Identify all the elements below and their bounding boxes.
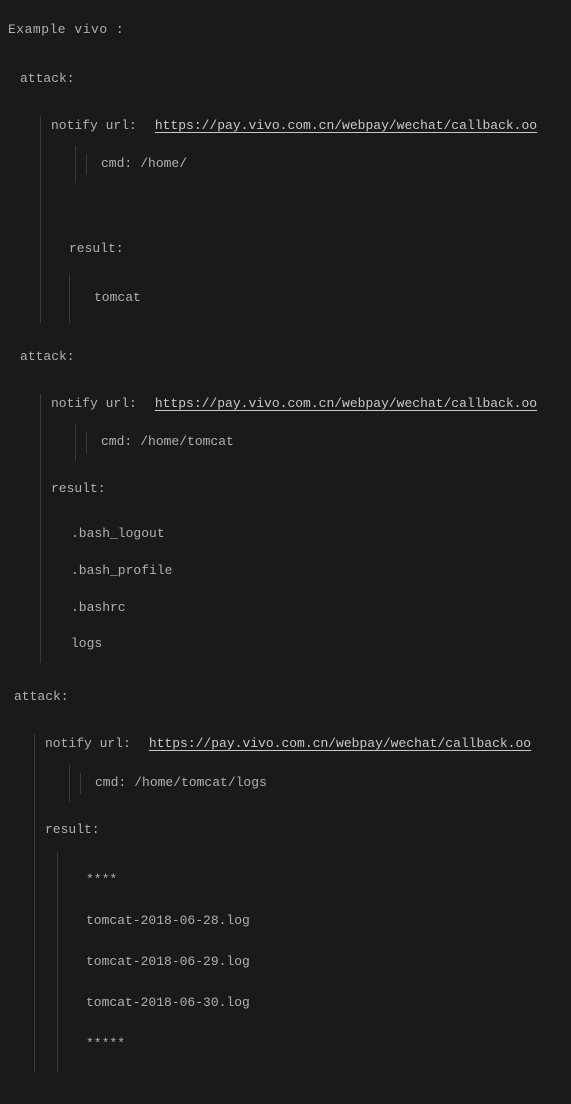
result-list: tomcat [69,274,563,323]
result-label: result: [51,479,563,500]
result-item: .bash_profile [71,553,563,590]
attack-label: attack: [20,347,563,368]
result-list: **** tomcat-2018-06-28.log tomcat-2018-0… [57,852,563,1072]
notify-label: notify url: [51,116,137,137]
cmd-label: cmd: [95,773,126,794]
cmd-inner: cmd: /home/tomcat/logs [80,773,267,794]
cmd-value: /home/ [140,154,187,175]
cmd-label: cmd: [101,154,132,175]
result-item: ***** [86,1024,563,1065]
notify-url[interactable]: https://pay.vivo.com.cn/webpay/wechat/ca… [155,394,537,415]
cmd-row: cmd: /home/tomcat/logs [69,765,563,802]
cmd-inner: cmd: /home/tomcat [86,432,234,453]
notify-label: notify url: [45,734,131,755]
attack-body: notify url: https://pay.vivo.com.cn/webp… [34,734,563,1072]
result-label: result: [45,820,563,841]
cmd-inner: cmd: /home/ [86,154,187,175]
attack-body: notify url: https://pay.vivo.com.cn/webp… [40,116,563,323]
attack-block-2: attack: notify url: https://pay.vivo.com… [20,347,563,663]
attack-label: attack: [14,687,563,708]
cmd-row: cmd: /home/ [75,146,563,183]
result-item: tomcat [94,280,563,317]
result-item: .bashrc [71,590,563,627]
result-item: .bash_logout [71,516,563,553]
result-item: logs [71,626,563,663]
result-list: .bash_logout .bash_profile .bashrc logs [55,516,563,663]
attack-block-3: attack: notify url: https://pay.vivo.com… [8,687,563,1072]
cmd-value: /home/tomcat/logs [134,773,267,794]
attack-body: notify url: https://pay.vivo.com.cn/webp… [40,394,563,664]
cmd-row: cmd: /home/tomcat [75,424,563,461]
result-item: tomcat-2018-06-29.log [86,942,563,983]
attack-block-1: attack: notify url: https://pay.vivo.com… [20,69,563,323]
result-item: **** [86,860,563,901]
result-item: tomcat-2018-06-30.log [86,983,563,1024]
notify-row: notify url: https://pay.vivo.com.cn/webp… [51,116,563,137]
example-title: Example vivo : [8,20,563,41]
result-item: tomcat-2018-06-28.log [86,901,563,942]
cmd-label: cmd: [101,432,132,453]
code-editor: Example vivo : attack: notify url: https… [0,0,571,1104]
notify-url[interactable]: https://pay.vivo.com.cn/webpay/wechat/ca… [155,116,537,137]
result-label: result: [69,239,563,260]
notify-row: notify url: https://pay.vivo.com.cn/webp… [45,734,563,755]
cmd-value: /home/tomcat [140,432,234,453]
notify-label: notify url: [51,394,137,415]
attack-label: attack: [20,69,563,90]
notify-row: notify url: https://pay.vivo.com.cn/webp… [51,394,563,415]
notify-url[interactable]: https://pay.vivo.com.cn/webpay/wechat/ca… [149,734,531,755]
